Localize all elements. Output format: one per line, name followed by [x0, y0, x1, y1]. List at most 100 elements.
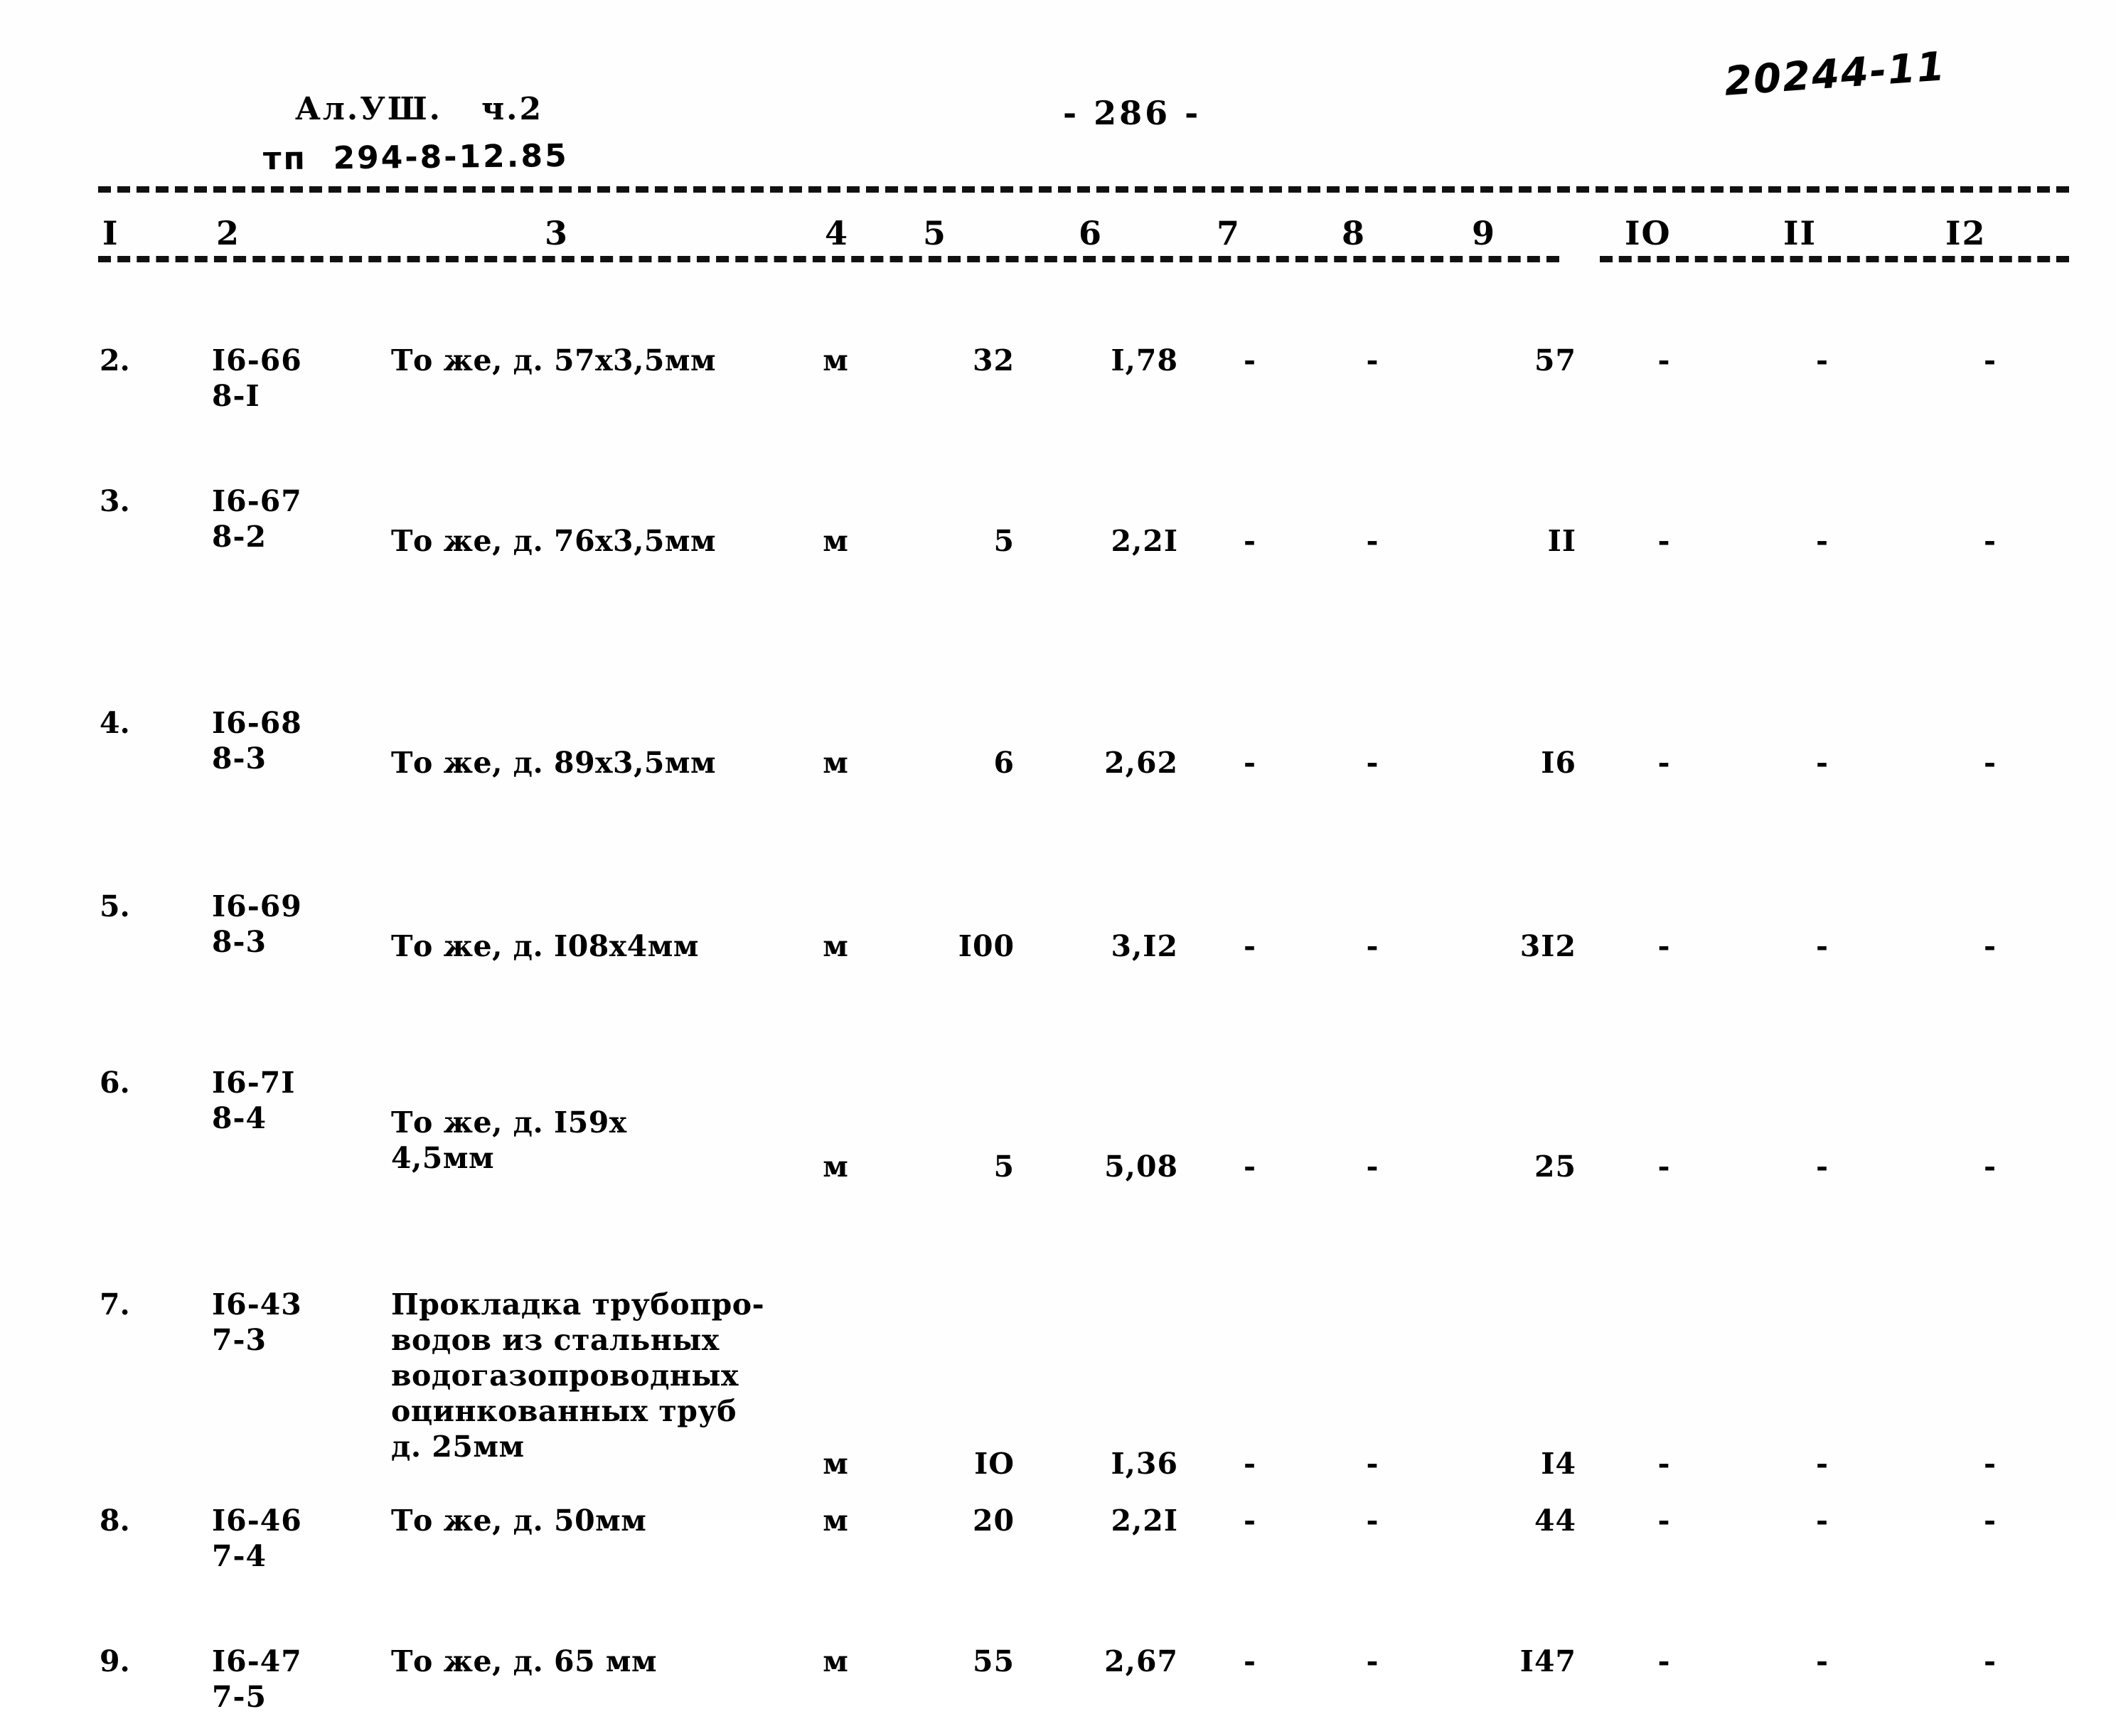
row-code: I6-47 7-5	[212, 1644, 302, 1715]
column-header-3: 3	[545, 214, 570, 252]
row-number: 8.	[100, 1504, 130, 1538]
row-quantity: 6	[993, 746, 1015, 780]
row-col8: -	[1366, 1447, 1379, 1481]
row-price: 2,62	[1104, 746, 1178, 780]
row-total: 25	[1534, 1150, 1576, 1184]
column-header-6: 6	[1079, 214, 1104, 252]
row-col8: -	[1366, 343, 1379, 377]
row-quantity: 5	[993, 1150, 1015, 1184]
row-col8: -	[1366, 1150, 1379, 1184]
row-total: I4	[1541, 1447, 1576, 1481]
row-description: То же, д. I08х4мм	[391, 929, 699, 963]
row-col10: -	[1657, 746, 1671, 780]
row-price: 5,08	[1104, 1150, 1178, 1184]
row-col7: -	[1243, 929, 1257, 963]
row-price: I,36	[1111, 1447, 1178, 1481]
row-col12: -	[1983, 1447, 1997, 1481]
column-header-2: 2	[216, 214, 241, 252]
row-col7: -	[1243, 1447, 1257, 1481]
row-number: 5.	[100, 889, 130, 923]
row-total: 3I2	[1519, 929, 1576, 963]
table-row[interactable]: 2. I6-66 8-I То же, д. 57х3,5мм м 32 I,7…	[92, 343, 2076, 435]
column-header-5: 5	[923, 214, 948, 252]
row-col8: -	[1366, 524, 1379, 558]
table-row[interactable]: 4. I6-68 8-3 То же, д. 89х3,5мм м 6 2,62…	[92, 705, 2076, 798]
row-quantity: I00	[958, 929, 1015, 963]
row-code: I6-66 8-I	[212, 343, 302, 414]
row-col11: -	[1815, 343, 1829, 377]
row-code: I6-46 7-4	[212, 1504, 302, 1574]
row-col7: -	[1243, 746, 1257, 780]
row-quantity: 5	[993, 524, 1015, 558]
row-col12: -	[1983, 746, 1997, 780]
row-col7: -	[1243, 1150, 1257, 1184]
row-col11: -	[1815, 1447, 1829, 1481]
document-page: Ал.УШ. ч.2 тп 294-8-12.85 - 286 - 20244-…	[0, 0, 2116, 1714]
table-header: I 2 3 4 5 6 7 8 9 IO II I2	[92, 0, 2076, 343]
row-code: I6-67 8-2	[212, 484, 302, 554]
row-col8: -	[1366, 746, 1379, 780]
row-quantity: 32	[972, 343, 1015, 377]
table-row[interactable]: 6. I6-7I 8-4 То же, д. I59х 4,5мм м 5 5,…	[92, 1065, 2076, 1201]
table-row[interactable]: 3. I6-67 8-2 То же, д. 76х3,5мм м 5 2,2I…	[92, 483, 2076, 576]
row-unit: м	[823, 1447, 849, 1481]
table-row[interactable]: 7. I6-43 7-3 Прокладка трубопро- водов и…	[92, 1287, 2076, 1500]
table-row[interactable]: 5. I6-69 8-3 То же, д. I08х4мм м I00 3,I…	[92, 889, 2076, 981]
row-col7: -	[1243, 343, 1257, 377]
row-number: 3.	[100, 484, 130, 518]
row-unit: м	[823, 343, 849, 377]
row-number: 2.	[100, 343, 130, 377]
table-body: 2. I6-66 8-I То же, д. 57х3,5мм м 32 I,7…	[92, 343, 2076, 1736]
row-total: I6	[1541, 746, 1576, 780]
row-description: То же, д. I59х 4,5мм	[391, 1105, 627, 1176]
row-code: I6-7I 8-4	[212, 1066, 296, 1136]
row-col12: -	[1983, 343, 1997, 377]
column-header-11: II	[1783, 214, 1817, 252]
column-header-9: 9	[1472, 214, 1497, 252]
row-code: I6-68 8-3	[212, 706, 302, 776]
row-total: II	[1547, 524, 1576, 558]
row-unit: м	[823, 1150, 849, 1184]
column-number-row: I 2 3 4 5 6 7 8 9 IO II I2	[92, 203, 2076, 282]
row-price: 3,I2	[1111, 929, 1178, 963]
column-header-4: 4	[825, 214, 850, 252]
row-unit: м	[823, 746, 849, 780]
row-col12: -	[1983, 1150, 1997, 1184]
row-quantity: IO	[974, 1447, 1015, 1481]
row-number: 6.	[100, 1066, 130, 1100]
column-header-10: IO	[1625, 214, 1672, 252]
row-number: 9.	[100, 1644, 130, 1678]
row-code: I6-43 7-3	[212, 1287, 302, 1358]
row-col12: -	[1983, 929, 1997, 963]
row-description: То же, д. 65 мм	[391, 1644, 658, 1678]
row-description: То же, д. 50мм	[391, 1504, 647, 1538]
row-col10: -	[1657, 1447, 1671, 1481]
row-number: 7.	[100, 1287, 130, 1322]
row-col10: -	[1657, 524, 1671, 558]
row-price: I,78	[1111, 343, 1178, 377]
row-col8: -	[1366, 929, 1379, 963]
row-col12: -	[1983, 524, 1997, 558]
row-description: То же, д. 89х3,5мм	[391, 746, 717, 780]
column-header-7: 7	[1217, 214, 1241, 252]
row-price: 2,2I	[1111, 524, 1178, 558]
row-col11: -	[1815, 929, 1829, 963]
row-number: 4.	[100, 706, 130, 740]
row-description: То же, д. 57х3,5мм	[391, 343, 717, 377]
row-total: 57	[1534, 343, 1576, 377]
row-col10: -	[1657, 1150, 1671, 1184]
row-col10: -	[1657, 343, 1671, 377]
estimate-table: I 2 3 4 5 6 7 8 9 IO II I2 2. I6-66 8-I …	[92, 0, 2076, 1736]
row-col10: -	[1657, 929, 1671, 963]
row-col11: -	[1815, 524, 1829, 558]
row-unit: м	[823, 929, 849, 963]
row-col11: -	[1815, 746, 1829, 780]
row-gap	[92, 435, 2076, 483]
row-description: Прокладка трубопро- водов из стальных во…	[391, 1287, 765, 1464]
column-header-12: I2	[1945, 214, 1987, 252]
row-unit: м	[823, 524, 849, 558]
row-col11: -	[1815, 1150, 1829, 1184]
column-header-8: 8	[1342, 214, 1367, 252]
column-header-1: I	[102, 214, 119, 252]
row-code: I6-69 8-3	[212, 889, 302, 960]
